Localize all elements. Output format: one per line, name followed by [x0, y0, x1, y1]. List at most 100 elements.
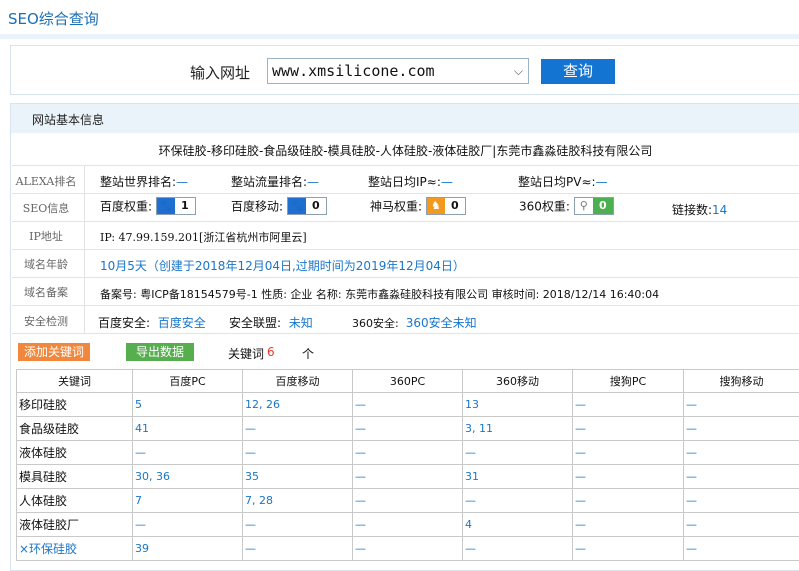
- rank-cell[interactable]: 30, 36: [133, 465, 243, 489]
- rank-cell[interactable]: 41: [133, 417, 243, 441]
- rank-cell[interactable]: —: [353, 417, 463, 441]
- keyword-table: 关键词 百度PC 百度移动 360PC 360移动 搜狗PC 搜狗移动 移印硅胶…: [16, 369, 799, 561]
- baidu-weight-value: 1: [175, 198, 195, 214]
- rank-cell[interactable]: 12, 26: [243, 393, 353, 417]
- rank-cell[interactable]: —: [684, 417, 799, 441]
- s360-security-field: 360安全: 360安全未知: [352, 314, 477, 331]
- daily-pv-value[interactable]: —: [596, 175, 608, 189]
- keyword-cell-removable[interactable]: ×环保硅胶: [17, 537, 133, 561]
- daily-ip-label: 整站日均IP≈:: [368, 175, 441, 189]
- rank-cell[interactable]: —: [684, 441, 799, 465]
- rank-cell[interactable]: —: [463, 441, 573, 465]
- s360-weight-badge[interactable]: ⚲0: [574, 197, 614, 215]
- rank-cell[interactable]: —: [684, 489, 799, 513]
- row-divider: [12, 193, 799, 194]
- rank-cell[interactable]: 7, 28: [243, 489, 353, 513]
- add-keyword-button[interactable]: 添加关键词: [18, 343, 90, 361]
- table-header-row: 关键词 百度PC 百度移动 360PC 360移动 搜狗PC 搜狗移动: [17, 370, 799, 393]
- rank-cell[interactable]: 35: [243, 465, 353, 489]
- rank-cell[interactable]: —: [133, 513, 243, 537]
- rank-cell[interactable]: —: [243, 417, 353, 441]
- rank-cell[interactable]: —: [684, 537, 799, 561]
- paw-icon: 🐾: [157, 198, 175, 214]
- rank-cell[interactable]: —: [353, 489, 463, 513]
- column-header[interactable]: 360移动: [463, 370, 573, 393]
- rank-cell[interactable]: —: [573, 465, 684, 489]
- daily-ip-field: 整站日均IP≈:—: [368, 173, 453, 190]
- column-header[interactable]: 360PC: [353, 370, 463, 393]
- rank-cell[interactable]: —: [463, 537, 573, 561]
- rank-cell[interactable]: —: [243, 537, 353, 561]
- keyword-cell: 移印硅胶: [17, 393, 133, 417]
- baidu-weight-label: 百度权重:: [100, 200, 152, 214]
- rank-cell[interactable]: —: [243, 513, 353, 537]
- rank-cell[interactable]: 13: [463, 393, 573, 417]
- shenma-badge[interactable]: ♞0: [426, 197, 466, 215]
- column-header[interactable]: 百度移动: [243, 370, 353, 393]
- column-header[interactable]: 搜狗移动: [684, 370, 799, 393]
- world-rank-label: 整站世界排名:: [100, 175, 176, 189]
- world-rank-value[interactable]: —: [176, 175, 188, 189]
- label-column-divider: [84, 166, 85, 333]
- rank-cell[interactable]: 4: [463, 513, 573, 537]
- url-value: www.xmsilicone.com: [272, 62, 435, 80]
- traffic-rank-value[interactable]: —: [307, 175, 319, 189]
- rank-cell[interactable]: —: [573, 489, 684, 513]
- rank-cell[interactable]: —: [133, 441, 243, 465]
- table-row: 模具硅胶 30, 36 35 — 31 — —: [17, 465, 799, 489]
- chevron-down-icon[interactable]: ⌵: [514, 59, 523, 83]
- rank-cell[interactable]: —: [463, 489, 573, 513]
- column-header[interactable]: 关键词: [17, 370, 133, 393]
- rank-cell[interactable]: 5: [133, 393, 243, 417]
- links-field: 链接数:14: [672, 201, 727, 218]
- row-divider: [12, 221, 799, 222]
- s360-security-value[interactable]: 360安全未知: [406, 316, 477, 330]
- column-header[interactable]: 百度PC: [133, 370, 243, 393]
- links-value[interactable]: 14: [712, 203, 727, 217]
- alliance-field: 安全联盟: 未知: [229, 314, 313, 331]
- baidu-mobile-badge[interactable]: 🐾0: [287, 197, 327, 215]
- rank-cell[interactable]: —: [353, 465, 463, 489]
- rank-cell[interactable]: —: [353, 393, 463, 417]
- rank-cell[interactable]: —: [243, 441, 353, 465]
- alliance-label: 安全联盟:: [229, 316, 281, 330]
- rank-cell[interactable]: —: [684, 465, 799, 489]
- rank-cell[interactable]: —: [573, 417, 684, 441]
- header-divider: [0, 34, 799, 39]
- rank-cell[interactable]: 39: [133, 537, 243, 561]
- rank-cell[interactable]: —: [353, 537, 463, 561]
- table-row: 液体硅胶 — — — — — —: [17, 441, 799, 465]
- rank-cell[interactable]: 3, 11: [463, 417, 573, 441]
- rank-cell[interactable]: 31: [463, 465, 573, 489]
- keyword-cell: 液体硅胶: [17, 441, 133, 465]
- alliance-value[interactable]: 未知: [289, 316, 313, 330]
- keyword-count-unit: 个: [302, 345, 314, 362]
- rank-cell[interactable]: —: [573, 537, 684, 561]
- export-data-button[interactable]: 导出数据: [126, 343, 194, 361]
- baidu-security-value[interactable]: 百度安全: [158, 316, 206, 330]
- rank-cell[interactable]: —: [684, 393, 799, 417]
- column-header[interactable]: 搜狗PC: [573, 370, 684, 393]
- magnifier-icon: ⚲: [575, 198, 593, 214]
- daily-ip-value[interactable]: —: [441, 175, 453, 189]
- rank-cell[interactable]: —: [353, 513, 463, 537]
- url-input[interactable]: www.xmsilicone.com ⌵: [267, 58, 529, 84]
- rank-cell[interactable]: —: [573, 393, 684, 417]
- domain-age-value[interactable]: 10月5天（创建于2018年12月04日,过期时间为2019年12月04日）: [100, 257, 465, 274]
- baidu-weight-badge[interactable]: 🐾1: [156, 197, 196, 215]
- baidu-security-label: 百度安全:: [98, 316, 150, 330]
- rank-cell[interactable]: —: [573, 513, 684, 537]
- table-row: 液体硅胶厂 — — — 4 — —: [17, 513, 799, 537]
- row-divider: [12, 277, 799, 278]
- icp-value: 备案号: 粤ICP备18154579号-1 性质: 企业 名称: 东莞市鑫淼硅胶…: [100, 286, 659, 302]
- query-button[interactable]: 查询: [541, 59, 615, 84]
- rank-cell[interactable]: —: [353, 441, 463, 465]
- page-title: SEO综合查询: [8, 8, 99, 29]
- rank-cell[interactable]: 7: [133, 489, 243, 513]
- daily-pv-field: 整站日均PV≈:—: [518, 173, 608, 190]
- rank-cell[interactable]: —: [684, 513, 799, 537]
- keyword-cell: 模具硅胶: [17, 465, 133, 489]
- ip-value: IP: 47.99.159.201[浙江省杭州市阿里云]: [100, 229, 307, 245]
- ip-label: IP地址: [14, 228, 78, 244]
- rank-cell[interactable]: —: [573, 441, 684, 465]
